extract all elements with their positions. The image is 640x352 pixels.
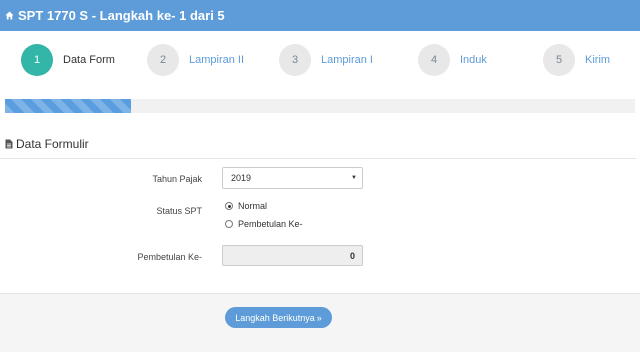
next-step-button[interactable]: Langkah Berikutnya » (225, 307, 332, 328)
tahun-pajak-value: 2019 (231, 173, 252, 183)
step-label: Lampiran I (321, 54, 373, 66)
step-label: Data Form (63, 54, 115, 66)
radio-unchecked-icon (225, 220, 233, 228)
title-bar: SPT 1770 S - Langkah ke- 1 dari 5 (0, 0, 640, 31)
radio-normal[interactable]: Normal (225, 201, 267, 211)
radio-pembetulan[interactable]: Pembetulan Ke- (225, 219, 303, 229)
tahun-pajak-label: Tahun Pajak (152, 174, 202, 184)
page-title: SPT 1770 S - Langkah ke- 1 dari 5 (18, 8, 225, 23)
step-number: 1 (21, 44, 53, 76)
pembetulan-input[interactable]: 0 (222, 245, 363, 266)
section-title-text: Data Formulir (16, 137, 89, 151)
step-label: Induk (460, 54, 487, 66)
section-title: Data Formulir (5, 137, 89, 151)
radio-checked-icon (225, 202, 233, 210)
wizard-steps: 1 Data Form 2 Lampiran II 3 Lampiran I 4… (0, 44, 640, 80)
step-lampiran-i[interactable]: 3 Lampiran I (279, 44, 373, 76)
step-label: Lampiran II (189, 54, 245, 66)
step-number: 4 (418, 44, 450, 76)
progress-fill (5, 99, 131, 113)
step-number: 2 (147, 44, 179, 76)
pembetulan-label: Pembetulan Ke- (137, 252, 202, 262)
document-icon (5, 139, 13, 149)
step-label: Kirim (585, 54, 611, 66)
next-step-label: Langkah Berikutnya (235, 312, 315, 323)
section-divider (0, 158, 636, 159)
step-data-form[interactable]: 1 Data Form (21, 44, 115, 76)
double-chevron-right-icon: » (316, 312, 322, 323)
caret-down-icon: ▼ (351, 175, 357, 181)
home-icon (5, 11, 14, 20)
step-induk[interactable]: 4 Induk (418, 44, 487, 76)
status-spt-label: Status SPT (156, 206, 202, 216)
step-kirim[interactable]: 5 Kirim (543, 44, 610, 76)
radio-normal-label: Normal (238, 201, 268, 211)
step-number: 3 (279, 44, 311, 76)
step-lampiran-ii[interactable]: 2 Lampiran II (147, 44, 244, 76)
tahun-pajak-select[interactable]: 2019 ▼ (222, 167, 363, 189)
progress-bar (5, 99, 635, 113)
radio-pembetulan-label: Pembetulan Ke- (238, 219, 303, 229)
step-number: 5 (543, 44, 575, 76)
